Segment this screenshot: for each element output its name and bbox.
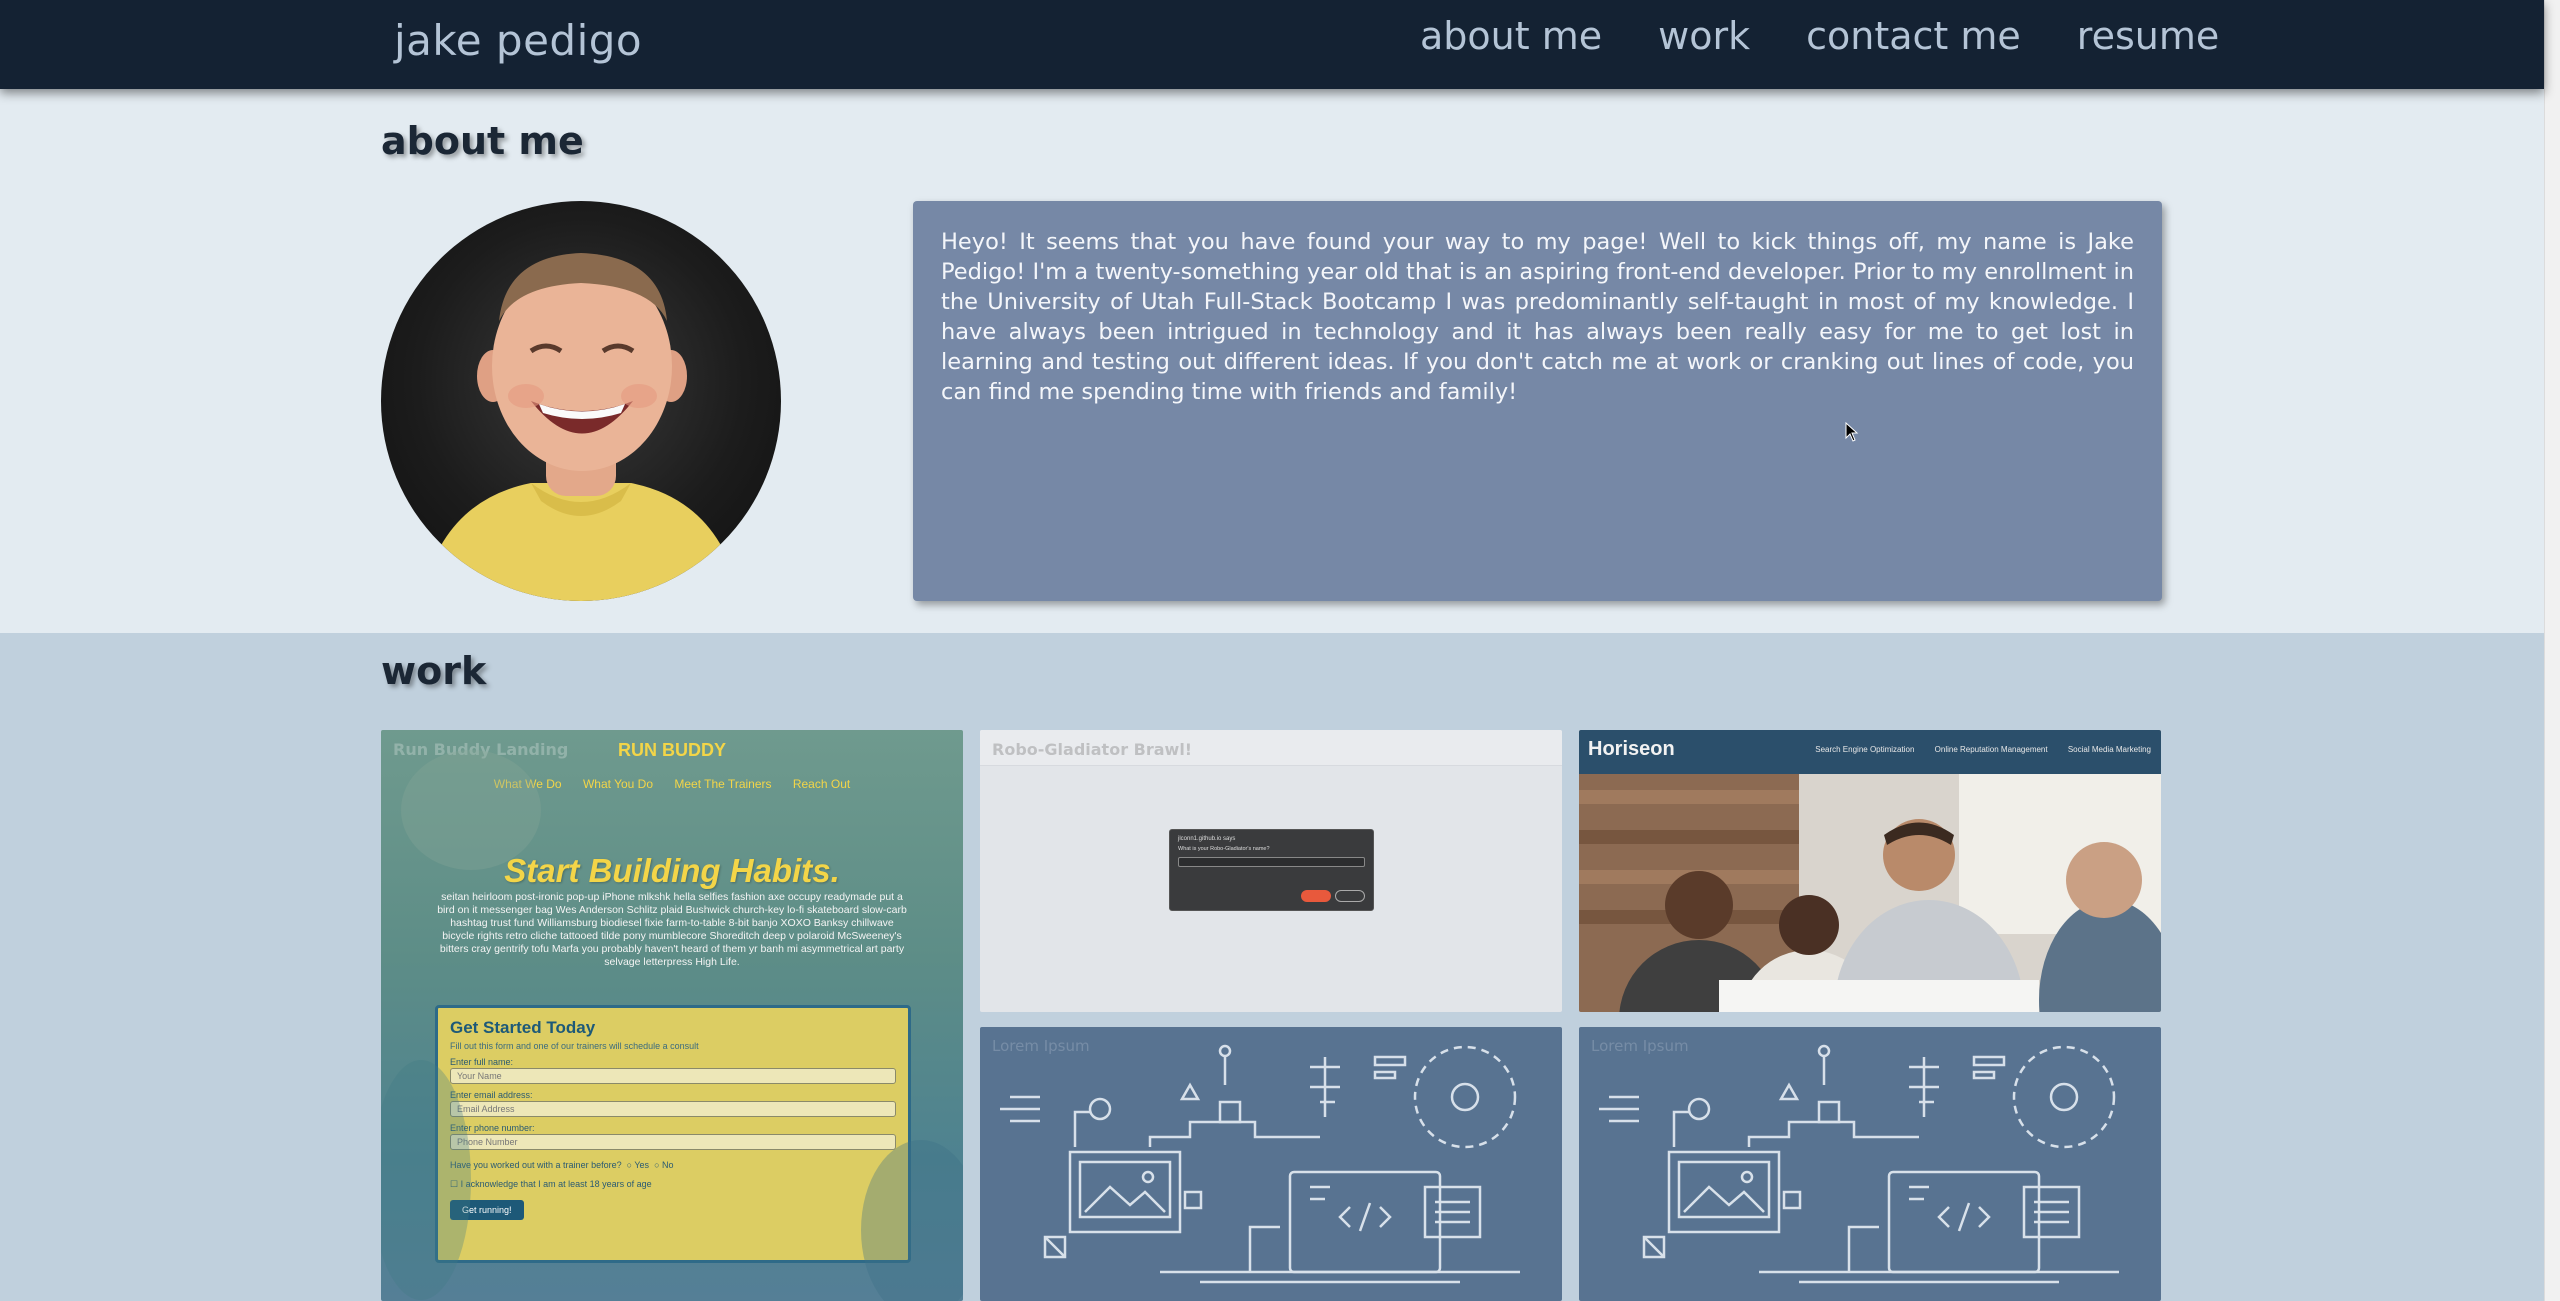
dev-illustration-icon: [1000, 1044, 1520, 1284]
bio-card: Heyo! It seems that you have found your …: [913, 201, 2162, 601]
project-card-lorem-1[interactable]: Lorem Ipsum: [980, 1027, 1562, 1301]
horiseon-nav-item: Social Media Marketing: [2067, 745, 2151, 754]
project-card-run-buddy[interactable]: Run Buddy Landing RUN BUDDY What We Do W…: [381, 730, 963, 1301]
project-label: Robo-Gladiator Brawl!: [992, 740, 1193, 759]
runners-background-icon: [381, 750, 963, 1301]
project-card-lorem-2[interactable]: Lorem Ipsum: [1579, 1027, 2161, 1301]
prompt-dialog: jlconn1.github.io says What is your Robo…: [1169, 829, 1374, 911]
project-card-robo-gladiator[interactable]: Robo-Gladiator Brawl! jlconn1.github.io …: [980, 730, 1562, 1012]
profile-portrait-icon: [421, 253, 741, 601]
horiseon-nav-item: Online Reputation Management: [1934, 745, 2048, 754]
site-brand[interactable]: jake pedigo: [394, 16, 642, 65]
about-section: about me Heyo! It seems that you have fo…: [0, 89, 2544, 633]
mouse-cursor-icon: [1845, 422, 1859, 442]
horiseon-header: Horiseon Search Engine Optimization Onli…: [1579, 730, 2161, 774]
site-header: jake pedigo about me work contact me res…: [0, 0, 2544, 89]
dialog-question: What is your Robo-Gladiator's name?: [1178, 846, 1270, 852]
horiseon-logo: Horiseon: [1588, 738, 1675, 760]
horiseon-nav-item: Search Engine Optimization: [1815, 745, 1915, 754]
dev-illustration-icon: [1599, 1044, 2119, 1284]
horiseon-nav: Search Engine Optimization Online Reputa…: [1797, 745, 2151, 754]
nav-resume[interactable]: resume: [2077, 14, 2219, 58]
dialog-input: [1178, 857, 1365, 867]
about-title: about me: [381, 119, 584, 163]
nav-contact-me[interactable]: contact me: [1806, 14, 2021, 58]
work-title: work: [381, 649, 487, 693]
dialog-cancel-button: [1335, 890, 1365, 902]
profile-photo: [381, 201, 781, 601]
bio-text: Heyo! It seems that you have found your …: [941, 229, 2134, 405]
dialog-origin: jlconn1.github.io says: [1178, 836, 1236, 842]
dialog-ok-button: [1301, 890, 1331, 902]
main-nav: about me work contact me resume: [1420, 14, 2219, 58]
page-scrollbar[interactable]: [2544, 0, 2560, 1301]
nav-work[interactable]: work: [1658, 14, 1750, 58]
nav-about-me[interactable]: about me: [1420, 14, 1602, 58]
project-card-horiseon[interactable]: Horiseon Search Engine Optimization Onli…: [1579, 730, 2161, 1012]
